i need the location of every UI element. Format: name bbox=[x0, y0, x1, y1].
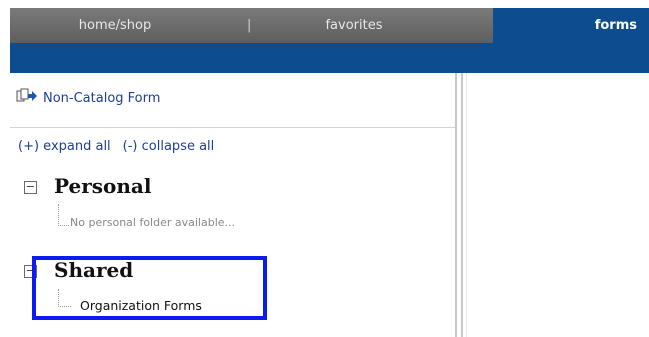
annotation-highlight-box bbox=[32, 256, 267, 320]
non-catalog-form-label: Non-Catalog Form bbox=[43, 90, 161, 106]
pane-splitter-shadow bbox=[466, 73, 467, 337]
tree-connector bbox=[58, 204, 69, 226]
collapse-all-link[interactable]: (-) collapse all bbox=[123, 139, 215, 154]
tab-favorites[interactable]: favorites bbox=[269, 8, 439, 43]
top-tab-bar: home/shop | favorites forms bbox=[10, 8, 649, 43]
pane-splitter-edge bbox=[461, 73, 463, 337]
personal-collapse-toggle[interactable]: − bbox=[24, 181, 37, 194]
tab-forms[interactable]: forms bbox=[493, 8, 649, 43]
tab-forms-label: forms bbox=[594, 18, 637, 33]
pane-splitter[interactable] bbox=[455, 73, 457, 337]
non-catalog-form-link[interactable]: Non-Catalog Form bbox=[16, 88, 160, 108]
personal-empty-message: No personal folder available... bbox=[70, 216, 236, 229]
expand-all-link[interactable]: (+) expand all bbox=[18, 139, 111, 154]
sub-header-bar bbox=[10, 43, 649, 73]
form-arrow-icon bbox=[16, 88, 38, 108]
tab-separator: | bbox=[247, 18, 252, 33]
expand-collapse-links: (+) expand all (-) collapse all bbox=[18, 139, 214, 154]
sidebar-divider bbox=[10, 127, 455, 128]
personal-heading: Personal bbox=[54, 174, 152, 198]
tab-home-shop[interactable]: home/shop bbox=[10, 8, 220, 43]
